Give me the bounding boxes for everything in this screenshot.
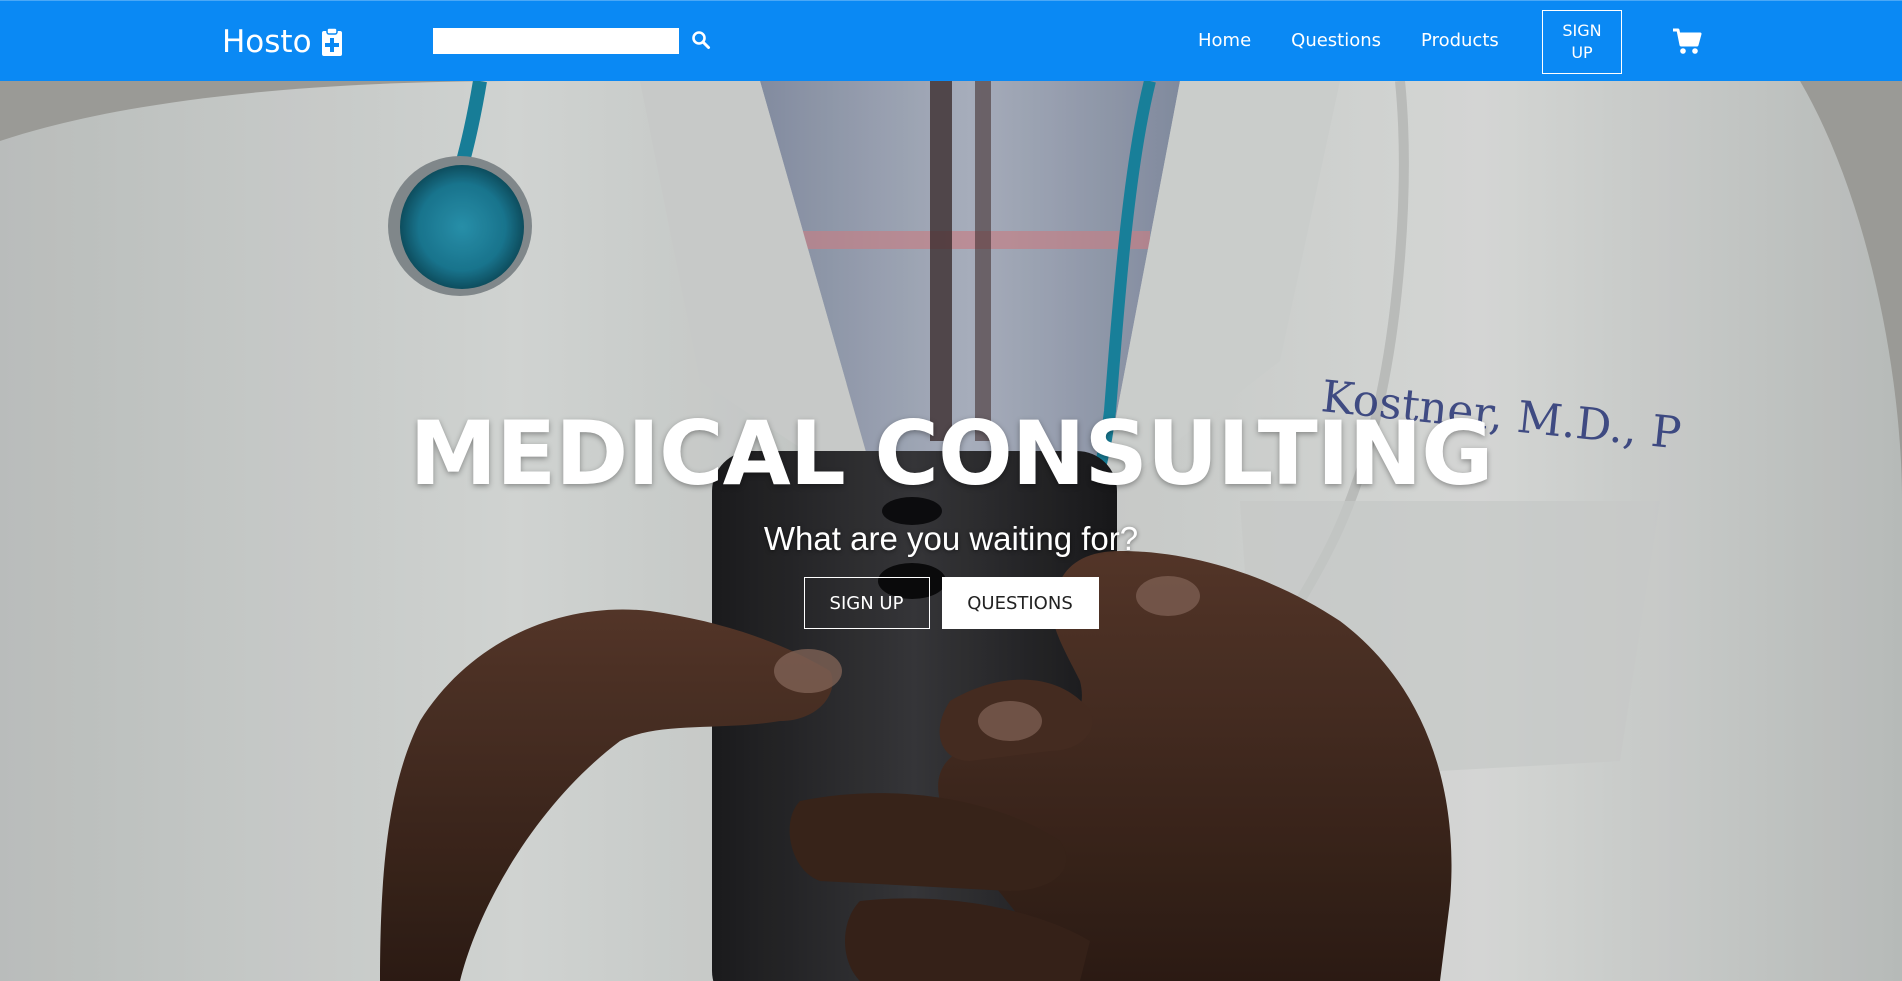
- hero-title: MEDICAL CONSULTING: [409, 402, 1494, 505]
- hero-signup-button[interactable]: SIGN UP: [803, 577, 930, 629]
- hero-subtitle: What are you waiting for?: [763, 520, 1139, 557]
- hero-buttons: SIGN UP QUESTIONS: [0, 577, 1902, 629]
- search-button[interactable]: [690, 30, 712, 52]
- search-input[interactable]: [432, 27, 680, 55]
- clipboard-plus-icon: [321, 27, 343, 57]
- nav-link-products[interactable]: Products: [1421, 30, 1499, 51]
- nav-signup-button[interactable]: SIGN UP: [1542, 10, 1622, 74]
- hero-questions-button[interactable]: QUESTIONS: [941, 577, 1099, 629]
- nav-link-questions[interactable]: Questions: [1291, 30, 1381, 51]
- brand-logo[interactable]: Hosto: [222, 21, 343, 63]
- landing-page: Hosto Home Questions Products SIGN UP Ko…: [0, 0, 1902, 981]
- hero-content: MEDICAL CONSULTING What are you waiting …: [0, 399, 1902, 629]
- hero-section: Kostner, M.D., P MEDICAL CONSULTING What…: [0, 81, 1902, 981]
- search-bar: [432, 27, 712, 55]
- brand-name: Hosto: [222, 24, 312, 60]
- nav-links: Home Questions Products: [1198, 30, 1539, 51]
- shopping-cart-icon[interactable]: [1672, 27, 1702, 55]
- top-navbar: Hosto Home Questions Products SIGN UP: [0, 0, 1902, 81]
- nav-link-home[interactable]: Home: [1198, 30, 1251, 51]
- search-icon: [691, 31, 711, 53]
